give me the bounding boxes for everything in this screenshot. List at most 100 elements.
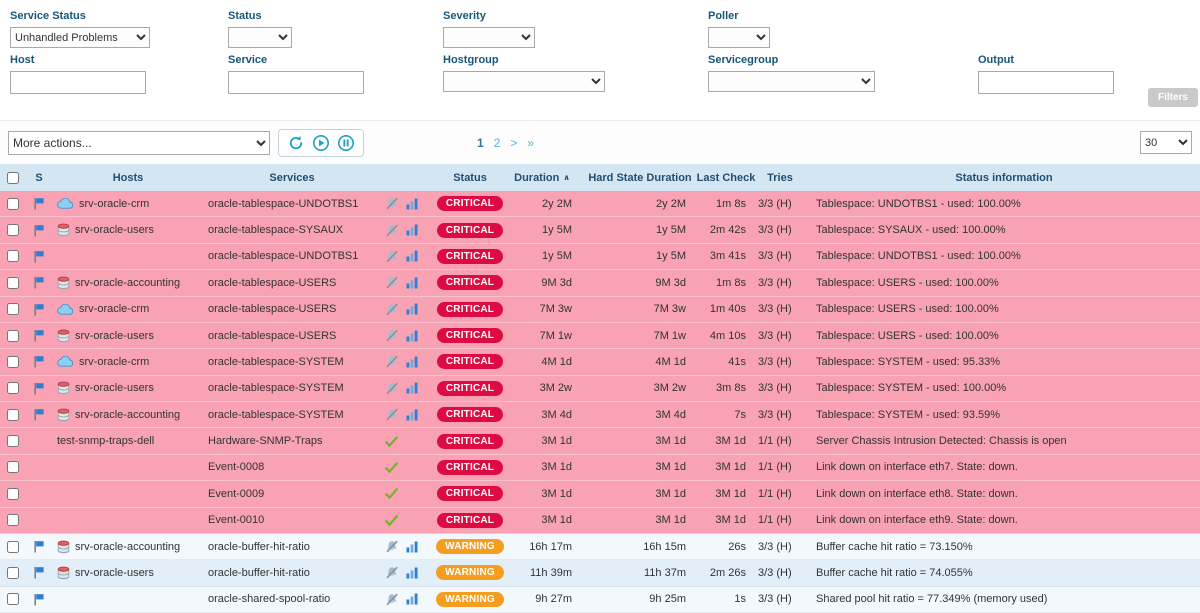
service-name[interactable]: oracle-tablespace-SYSTEM — [208, 356, 344, 368]
tries-value: 3/3 (H) — [752, 356, 808, 368]
service-name[interactable]: oracle-tablespace-SYSAUX — [208, 224, 343, 236]
column-header-s[interactable]: S — [26, 172, 52, 184]
service-name[interactable]: oracle-tablespace-UNDOTBS1 — [208, 250, 358, 262]
chart-icon[interactable] — [406, 567, 418, 579]
select-all-checkbox[interactable] — [7, 172, 19, 184]
row-flag-cell — [26, 593, 52, 606]
row-checkbox[interactable] — [7, 435, 19, 447]
status-select[interactable] — [228, 27, 292, 48]
service-name[interactable]: Event-0010 — [208, 514, 264, 526]
page-size-select[interactable]: 30 — [1140, 131, 1192, 154]
host-name[interactable]: srv-oracle-crm — [79, 356, 149, 368]
service-name[interactable]: oracle-buffer-hit-ratio — [208, 567, 310, 579]
hostgroup-select[interactable] — [443, 71, 605, 92]
host-name[interactable]: srv-oracle-accounting — [75, 541, 180, 553]
host-name[interactable]: srv-oracle-crm — [79, 198, 149, 210]
host-input[interactable] — [10, 71, 146, 94]
service-name[interactable]: oracle-tablespace-SYSTEM — [208, 382, 344, 394]
host-name[interactable]: srv-oracle-users — [75, 330, 154, 342]
host-name[interactable]: srv-oracle-users — [75, 224, 154, 236]
status-badge: CRITICAL — [437, 354, 503, 369]
chart-icon[interactable] — [406, 541, 418, 553]
column-header-hard-state-duration[interactable]: Hard State Duration — [580, 172, 700, 184]
service-icons-cell — [380, 355, 436, 368]
chart-icon[interactable] — [406, 250, 418, 262]
row-checkbox[interactable] — [7, 488, 19, 500]
service-name[interactable]: oracle-shared-spool-ratio — [208, 593, 330, 605]
column-header-services[interactable]: Services — [204, 172, 380, 184]
page-last[interactable]: » — [527, 136, 534, 150]
output-input[interactable] — [978, 71, 1114, 94]
service-label: Service — [228, 54, 443, 66]
status-badge: CRITICAL — [437, 328, 503, 343]
page-2[interactable]: 2 — [494, 136, 501, 150]
row-checkbox[interactable] — [7, 541, 19, 553]
chart-icon[interactable] — [406, 356, 418, 368]
host-name[interactable]: srv-oracle-users — [75, 567, 154, 579]
service-name[interactable]: oracle-tablespace-USERS — [208, 277, 336, 289]
row-checkbox[interactable] — [7, 198, 19, 210]
last-check-value: 3M 1d — [700, 461, 752, 473]
service-name[interactable]: Event-0008 — [208, 461, 264, 473]
row-checkbox[interactable] — [7, 409, 19, 421]
chart-icon[interactable] — [406, 593, 418, 605]
column-header-status[interactable]: Status — [436, 172, 504, 184]
service-status-select[interactable]: Unhandled Problems — [10, 27, 150, 48]
duration-value: 9h 27m — [504, 593, 580, 605]
service-name[interactable]: oracle-tablespace-USERS — [208, 330, 336, 342]
more-actions-select[interactable]: More actions... — [8, 131, 270, 155]
row-checkbox[interactable] — [7, 303, 19, 315]
page-next[interactable]: > — [510, 136, 517, 150]
service-name[interactable]: oracle-tablespace-USERS — [208, 303, 336, 315]
chart-icon[interactable] — [406, 303, 418, 315]
row-checkbox[interactable] — [7, 224, 19, 236]
row-checkbox[interactable] — [7, 567, 19, 579]
chart-icon[interactable] — [406, 409, 418, 421]
row-checkbox[interactable] — [7, 277, 19, 289]
row-checkbox[interactable] — [7, 593, 19, 605]
host-name[interactable]: srv-oracle-crm — [79, 303, 149, 315]
pause-icon[interactable] — [337, 134, 355, 152]
servicegroup-select[interactable] — [708, 71, 875, 92]
filters-button[interactable]: Filters — [1148, 88, 1198, 107]
chart-icon[interactable] — [406, 224, 418, 236]
row-flag-cell — [26, 540, 52, 553]
play-icon[interactable] — [312, 134, 330, 152]
refresh-icon[interactable] — [287, 134, 305, 152]
service-name[interactable]: Event-0009 — [208, 488, 264, 500]
service-name[interactable]: oracle-buffer-hit-ratio — [208, 541, 310, 553]
host-name[interactable]: srv-oracle-accounting — [75, 277, 180, 289]
chart-icon[interactable] — [406, 382, 418, 394]
page-1[interactable]: 1 — [477, 136, 484, 150]
service-name[interactable]: oracle-tablespace-UNDOTBS1 — [208, 198, 358, 210]
row-select-cell — [0, 461, 26, 473]
chart-icon[interactable] — [406, 277, 418, 289]
service-name[interactable]: oracle-tablespace-SYSTEM — [208, 409, 344, 421]
row-select-cell — [0, 409, 26, 421]
host-name[interactable]: srv-oracle-users — [75, 382, 154, 394]
table-row: srv-oracle-users oracle-tablespace-USERS C… — [0, 323, 1200, 349]
row-checkbox[interactable] — [7, 514, 19, 526]
column-header-status-information[interactable]: Status information — [808, 172, 1200, 184]
host-name[interactable]: srv-oracle-accounting — [75, 409, 180, 421]
column-header-duration[interactable]: Duration ∧ — [504, 172, 580, 184]
filter-panel: Service Status Unhandled Problems Status… — [0, 0, 1200, 120]
host-name[interactable]: test-snmp-traps-dell — [57, 435, 154, 447]
row-checkbox[interactable] — [7, 461, 19, 473]
chart-icon[interactable] — [406, 330, 418, 342]
column-header-tries[interactable]: Tries — [752, 172, 808, 184]
status-badge: CRITICAL — [437, 196, 503, 211]
row-checkbox[interactable] — [7, 356, 19, 368]
poller-select[interactable] — [708, 27, 770, 48]
column-header-last-check[interactable]: Last Check — [700, 172, 752, 184]
service-input[interactable] — [228, 71, 364, 94]
severity-select[interactable] — [443, 27, 535, 48]
service-name[interactable]: Hardware-SNMP-Traps — [208, 435, 323, 447]
bell-muted-icon — [385, 197, 399, 210]
row-checkbox[interactable] — [7, 330, 19, 342]
row-checkbox[interactable] — [7, 250, 19, 262]
row-checkbox[interactable] — [7, 382, 19, 394]
column-header-hosts[interactable]: Hosts — [52, 172, 204, 184]
row-select-cell — [0, 567, 26, 579]
chart-icon[interactable] — [406, 198, 418, 210]
